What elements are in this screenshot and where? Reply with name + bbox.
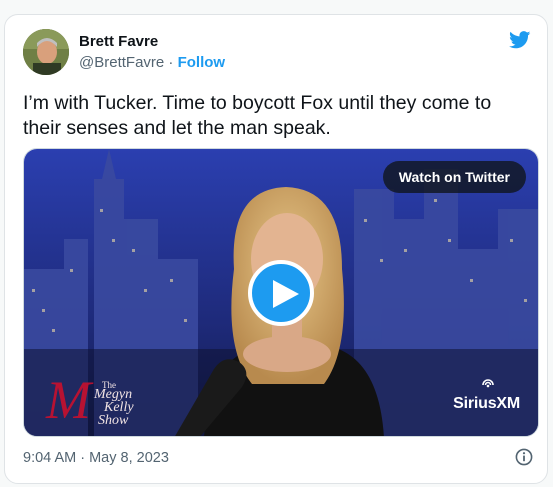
- author-name[interactable]: Brett Favre: [79, 33, 158, 51]
- network-logo: SiriusXM: [453, 379, 520, 413]
- author-handle[interactable]: @BrettFavre: [79, 54, 164, 71]
- play-button[interactable]: [248, 260, 314, 326]
- follow-button[interactable]: Follow: [178, 54, 226, 71]
- watch-on-twitter-button[interactable]: Watch on Twitter: [382, 161, 526, 193]
- separator-dot: ·: [168, 54, 174, 71]
- tweet-timestamp[interactable]: 9:04 AM · May 8, 2023: [23, 450, 169, 466]
- tweet-card[interactable]: Brett Favre @BrettFavre · Follow I’m wit…: [4, 14, 548, 484]
- siriusxm-logo-icon: [482, 379, 494, 388]
- info-icon[interactable]: [515, 448, 533, 466]
- handle-row: @BrettFavre · Follow: [79, 54, 225, 72]
- avatar[interactable]: [23, 29, 69, 75]
- twitter-bird-icon[interactable]: [509, 31, 531, 49]
- show-logo-mark: M: [46, 370, 91, 430]
- tweet-text: I’m with Tucker. Time to boycott Fox unt…: [23, 92, 492, 139]
- video-player[interactable]: Watch on Twitter M The Megyn Kelly Show …: [23, 148, 539, 437]
- show-logo-line3: Show: [98, 413, 129, 428]
- play-icon: [273, 280, 299, 308]
- network-logo-text: SiriusXM: [453, 395, 520, 412]
